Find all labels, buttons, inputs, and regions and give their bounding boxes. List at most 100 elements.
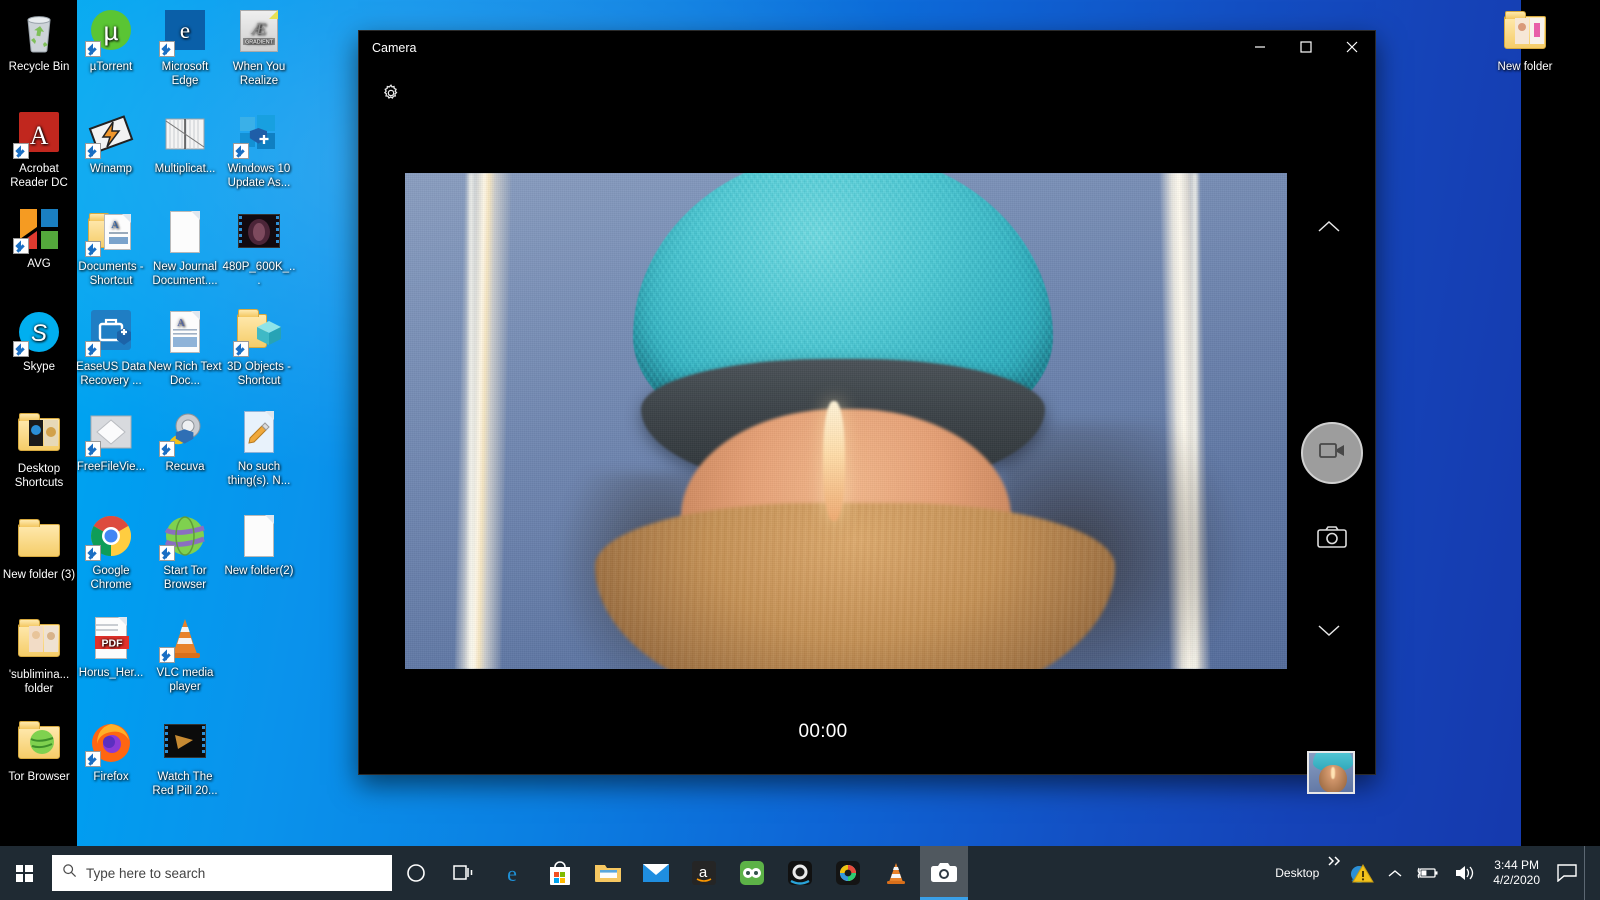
desktop-icon-google-chrome[interactable]: Google Chrome <box>74 512 148 592</box>
edge-icon[interactable]: e <box>488 846 536 900</box>
battery-icon[interactable] <box>1409 846 1447 900</box>
svg-text:GRADIENT: GRADIENT <box>245 40 274 46</box>
microsoft-store-icon[interactable] <box>536 846 584 900</box>
volume-icon[interactable] <box>1447 846 1483 900</box>
desktop-icon-acrobat-reader[interactable]: A Acrobat Reader DC <box>2 110 76 190</box>
camera-app-icon[interactable] <box>920 846 968 900</box>
desktop-icon-label: 3D Objects - Shortcut <box>227 361 291 387</box>
camera-window[interactable]: Camera 00:00 <box>358 30 1376 794</box>
camera-window-title: Camera <box>372 41 417 55</box>
folder-globe-icon <box>15 718 63 766</box>
svg-text:A: A <box>177 317 185 329</box>
svg-text:S: S <box>31 320 47 347</box>
desktop-icon-start-tor-browser[interactable]: Start Tor Browser <box>148 512 222 592</box>
desktop-icon-skype[interactable]: S Skype <box>2 308 76 374</box>
action-center-icon[interactable] <box>1550 846 1584 900</box>
desktop-icon-3d-objects-shortcut[interactable]: 3D Objects - Shortcut <box>222 308 296 388</box>
vlc-icon[interactable] <box>872 846 920 900</box>
last-capture-thumbnail[interactable] <box>1307 751 1355 794</box>
desktop-icon-sublimina-folder[interactable]: 'sublimina... folder <box>2 616 76 696</box>
desktop-icon-label: Skype <box>23 361 55 373</box>
file-explorer-icon[interactable] <box>584 846 632 900</box>
mail-icon[interactable] <box>632 846 680 900</box>
desktop-icon-label: µTorrent <box>89 61 133 73</box>
webcam-scene <box>405 173 1287 669</box>
taskbar-clock[interactable]: 3:44 PM 4/2/2020 <box>1483 858 1550 888</box>
system-tray[interactable]: Desktop 3:44 PM 4/2/2020 <box>1268 846 1600 900</box>
task-view-icon[interactable] <box>440 846 488 900</box>
take-photo-button[interactable] <box>1313 522 1351 556</box>
camera-titlebar[interactable]: Camera <box>359 31 1375 67</box>
desktop-icon-freefileviewer[interactable]: FreeFileVie... <box>74 408 148 474</box>
desktop-icon-multiplicat[interactable]: Multiplicat... <box>148 110 222 176</box>
close-icon[interactable] <box>1329 31 1375 63</box>
desktop-icon-label: Acrobat Reader DC <box>10 163 68 189</box>
amazon-icon[interactable]: a <box>680 846 728 900</box>
svg-text:e: e <box>507 861 517 886</box>
tray-desktop-label[interactable]: Desktop <box>1268 846 1326 900</box>
desktop-icon-new-folder-2[interactable]: New folder(2) <box>222 512 296 578</box>
windows-start-icon[interactable] <box>0 846 48 900</box>
show-hidden-icons-chevron-up-icon[interactable] <box>1381 846 1409 900</box>
tripadvisor-icon[interactable] <box>728 846 776 900</box>
desktop[interactable]: Recycle Bin A Acrobat Reader DC AVG S Sk… <box>0 0 1600 900</box>
camera-lens-icon[interactable] <box>776 846 824 900</box>
desktop-icon-label: New folder (3) <box>2 569 76 581</box>
desktop-icon-documents-shortcut[interactable]: A Documents - Shortcut <box>74 208 148 288</box>
vlc-icon <box>159 614 209 663</box>
desktop-icon-480p-video[interactable]: 480P_600K_... <box>222 208 296 288</box>
warning-triangle-icon[interactable] <box>1343 846 1381 900</box>
taskbar[interactable]: Type here to search e a Desktop 3:44 PM … <box>0 846 1600 900</box>
desktop-icon-easeus[interactable]: EaseUS Data Recovery ... <box>74 308 148 388</box>
minimize-icon[interactable] <box>1237 31 1283 63</box>
desktop-icon-firefox[interactable]: Firefox <box>74 718 148 784</box>
desktop-icon-new-folder-3[interactable]: New folder (3) <box>2 516 76 582</box>
desktop-icon-avg[interactable]: AVG <box>2 205 76 271</box>
desktop-icon-watch-the-red-pill[interactable]: Watch The Red Pill 20... <box>148 718 222 798</box>
chevron-down-icon[interactable] <box>1311 617 1347 643</box>
avg-icon <box>13 205 63 254</box>
desktop-icon-horus-her-pdf[interactable]: PDF Horus_Her... <box>74 614 148 680</box>
desktop-icon-label: AVG <box>27 258 51 270</box>
folder-pictures-icon <box>15 616 63 664</box>
cortana-icon[interactable] <box>392 846 440 900</box>
desktop-icon-new-folder-right[interactable]: New folder <box>1488 8 1562 74</box>
desktop-icon-new-journal-document[interactable]: New Journal Document.... <box>148 208 222 288</box>
desktop-icon-when-you-realize[interactable]: Æ GRADIENT When You Realize <box>222 8 296 88</box>
pdf-file-icon: PDF <box>87 614 135 662</box>
maximize-icon[interactable] <box>1283 31 1329 63</box>
search-input[interactable]: Type here to search <box>52 855 392 891</box>
camera-controls-rail <box>1283 67 1375 794</box>
desktop-icon-utorrent[interactable]: µ µTorrent <box>74 8 148 74</box>
desktop-icon-new-rich-text-doc[interactable]: A New Rich Text Doc... <box>148 308 222 388</box>
desktop-icon-windows-10-update[interactable]: Windows 10 Update As... <box>222 110 296 190</box>
desktop-icon-winamp[interactable]: Winamp <box>74 110 148 176</box>
chrome-icon <box>85 512 135 561</box>
desktop-icon-vlc-media-player[interactable]: VLC media player <box>148 614 222 694</box>
show-desktop-button[interactable] <box>1584 846 1596 900</box>
chevron-up-icon[interactable] <box>1311 213 1347 239</box>
desktop-icon-label: FreeFileVie... <box>76 461 146 473</box>
desktop-icon-label: Windows 10 Update As... <box>227 163 291 189</box>
colorful-camera-icon[interactable] <box>824 846 872 900</box>
desktop-icon-desktop-shortcuts[interactable]: Desktop Shortcuts <box>2 410 76 490</box>
desktop-icon-microsoft-edge[interactable]: e Microsoft Edge <box>148 8 222 88</box>
desktop-icon-no-such-things[interactable]: No such thing(s). N... <box>222 408 296 488</box>
chevron-double-right-icon[interactable] <box>1326 846 1343 900</box>
search-icon <box>62 863 77 883</box>
desktop-icon-label: Horus_Her... <box>78 667 144 679</box>
desktop-icon-label: New folder <box>1497 61 1553 73</box>
recycle-bin-icon <box>15 8 63 56</box>
desktop-icon-recycle-bin[interactable]: Recycle Bin <box>2 8 76 74</box>
desktop-icon-recuva[interactable]: Recuva <box>148 408 222 474</box>
desktop-icon-label: Documents - Shortcut <box>78 261 144 287</box>
wordpad-document-icon <box>235 408 283 456</box>
edge-icon: e <box>159 8 209 57</box>
svg-text:a: a <box>699 864 708 881</box>
desktop-icon-tor-browser-folder[interactable]: Tor Browser <box>2 718 76 784</box>
record-video-button[interactable] <box>1301 422 1363 484</box>
desktop-icon-label: Microsoft Edge <box>161 61 209 87</box>
video-camera-icon <box>1319 442 1345 464</box>
svg-text:µ: µ <box>104 16 119 46</box>
gear-icon[interactable] <box>373 75 409 111</box>
